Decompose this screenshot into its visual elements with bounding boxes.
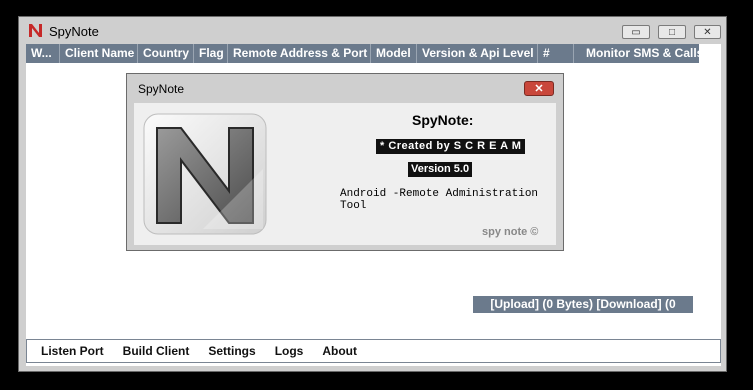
window-title: SpyNote: [49, 24, 99, 39]
build-client-menu-item[interactable]: Build Client: [123, 344, 190, 358]
close-icon: ✕: [703, 26, 712, 38]
column-header[interactable]: Flag: [194, 44, 228, 63]
column-header[interactable]: Version & Api Level: [417, 44, 538, 63]
created-by-label: * Created by S C R E A M: [376, 139, 526, 154]
dialog-footer-text: spy note ©: [482, 226, 539, 238]
maximize-button[interactable]: □: [658, 25, 686, 39]
about-dialog: SpyNote ✕ SpyNote: * Created by S C R E …: [126, 73, 564, 251]
column-header[interactable]: Country: [138, 44, 194, 63]
about-menu-item[interactable]: About: [322, 344, 357, 358]
description-text: Android -Remote Administration Tool: [340, 188, 539, 212]
minimize-button[interactable]: ▭: [622, 25, 650, 39]
transfer-status: [Upload] (0 Bytes) [Download] (0 Bytes): [473, 296, 693, 328]
app-logo-icon: [29, 24, 42, 37]
version-label: Version 5.0: [408, 162, 473, 177]
settings-menu-item[interactable]: Settings: [208, 344, 255, 358]
column-header[interactable]: #: [538, 44, 574, 63]
dialog-close-button[interactable]: ✕: [524, 81, 554, 96]
close-button[interactable]: ✕: [694, 25, 721, 39]
title-bar[interactable]: SpyNote ▭ □ ✕: [19, 17, 726, 44]
dialog-app-name: SpyNote:: [412, 112, 474, 128]
column-header[interactable]: Client Name: [60, 44, 138, 63]
maximize-icon: □: [668, 26, 676, 38]
client-list-header: W... Client Name Country Flag Remote Add…: [26, 44, 699, 63]
column-header[interactable]: Model: [371, 44, 417, 63]
logs-menu-item[interactable]: Logs: [275, 344, 304, 358]
close-icon: ✕: [534, 83, 544, 95]
column-header[interactable]: Remote Address & Port: [228, 44, 371, 63]
bottom-menu-bar: Listen Port Build Client Settings Logs A…: [26, 339, 721, 363]
dialog-body: SpyNote: * Created by S C R E A M Versio…: [134, 103, 556, 245]
column-header[interactable]: Monitor SMS & Calls: [574, 44, 699, 63]
listen-port-menu-item[interactable]: Listen Port: [41, 344, 104, 358]
column-header[interactable]: W...: [26, 44, 60, 63]
dialog-title: SpyNote: [138, 82, 185, 96]
spynote-logo-icon: [143, 113, 267, 235]
minimize-icon: ▭: [631, 26, 641, 38]
